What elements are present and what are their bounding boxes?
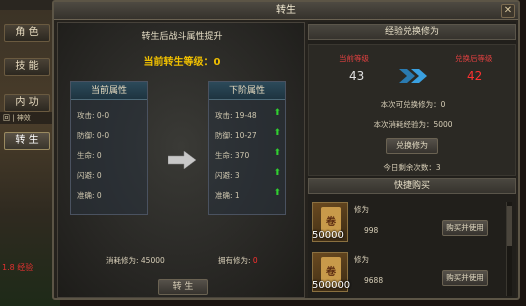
current-level-label: 当前等级 [339, 54, 369, 63]
shop-item: 卷 500000 修为 9688 购买并使用 [312, 252, 512, 300]
next-attributes-box: 下阶属性 攻击: 19-48 ⬆ 防御: 10-27 ⬆ 生命: 370 ⬆ 闪… [208, 81, 286, 215]
increase-arrow-icon: ⬆ [273, 188, 281, 198]
item-price: 9688 [364, 276, 384, 285]
current-rebirth-level: 当前转生等级：0 [143, 57, 221, 68]
owned-cultivation-label: 拥有修为: [218, 256, 251, 265]
shop-item: 卷 50000 修为 998 购买并使用 [312, 202, 512, 250]
menu-rebirth-button[interactable]: 转 生 [4, 132, 50, 150]
current-attributes-box: 当前属性 攻击: 0-0 防御: 0-0 生命: 0 闪避: 0 准确: 0 [70, 81, 148, 215]
after-level-label: 兑换后等级 [455, 54, 493, 63]
next-attr-row: 防御: 10-27 [215, 131, 257, 140]
current-attr-row: 准确: 0 [77, 191, 102, 200]
game-scene-background: 1.8 经验 [0, 0, 60, 306]
item-name: 修为 [354, 205, 369, 214]
after-level-value: 42 [467, 69, 483, 83]
side-status-label: 回 | 神效 [0, 112, 60, 124]
increase-arrow-icon: ⬆ [273, 128, 281, 138]
menu-skill-button[interactable]: 技 能 [4, 58, 50, 76]
current-attr-row: 生命: 0 [77, 151, 102, 160]
exp-cost-text: 本次消耗经验为：5000 [373, 120, 453, 129]
menu-character-button[interactable]: 角 色 [4, 24, 50, 42]
quick-buy-header: 快捷购买 [308, 178, 516, 194]
close-button[interactable]: ✕ [501, 4, 515, 18]
item-amount: 50000 [312, 230, 344, 241]
right-arrow-icon [168, 151, 196, 169]
exchangeable-amount-text: 本次可兑换修为：0 [380, 100, 446, 109]
current-attr-row: 防御: 0-0 [77, 131, 110, 140]
shop-scrollbar[interactable] [506, 202, 512, 296]
next-attributes-header: 下阶属性 [209, 82, 285, 100]
item-name: 修为 [354, 255, 369, 264]
scrollbar-thumb[interactable] [507, 206, 512, 246]
remaining-times-text: 今日剩余次数：3 [383, 163, 441, 172]
scene-exp-text: 1.8 经验 [2, 263, 34, 272]
attribute-panel-title: 转生后战斗属性提升 [141, 32, 223, 42]
current-attr-row: 闪避: 0 [77, 171, 102, 180]
scene-top-strip [0, 0, 60, 10]
rebirth-window: 转生 ✕ 转生后战斗属性提升 当前转生等级：0 当前属性 攻击: 0-0 防御:… [52, 0, 520, 300]
rebirth-attribute-panel: 转生后战斗属性提升 当前转生等级：0 当前属性 攻击: 0-0 防御: 0-0 … [57, 22, 305, 298]
owned-cultivation-value: 0 [252, 256, 258, 265]
current-attributes-header: 当前属性 [71, 82, 147, 100]
increase-arrow-icon: ⬆ [273, 148, 281, 158]
exchange-section: 当前等级 43 兑换后等级 42 本次可兑换修为：0 本次消耗经验为：5000 [308, 44, 516, 176]
increase-arrow-icon: ⬆ [273, 168, 281, 178]
item-price: 998 [364, 226, 379, 235]
next-attr-row: 准确: 1 [215, 191, 240, 200]
next-attr-row: 闪避: 3 [215, 171, 240, 180]
owned-cultivation: 拥有修为: 0 [218, 255, 258, 266]
window-title: 转生 [276, 5, 296, 16]
exchange-header: 经验兑换修为 [308, 24, 516, 40]
double-chevron-icon [399, 69, 427, 83]
next-attr-row: 生命: 370 [215, 151, 250, 160]
menu-neigong-button[interactable]: 内 功 [4, 94, 50, 112]
buy-and-use-button[interactable]: 购买并使用 [442, 270, 488, 286]
rebirth-button[interactable]: 转 生 [158, 279, 208, 295]
current-level-value: 43 [349, 69, 365, 83]
item-amount: 500000 [312, 280, 351, 291]
exchange-cultivation-button[interactable]: 兑换修为 [386, 138, 438, 154]
buy-and-use-button[interactable]: 购买并使用 [442, 220, 488, 236]
window-titlebar: 转生 ✕ [54, 2, 518, 20]
cost-cultivation-label: 消耗修为: 45000 [106, 256, 165, 265]
exchange-panel: 经验兑换修为 当前等级 43 兑换后等级 42 本次可兑换修为：0 本次消耗经验… [308, 22, 516, 298]
next-attr-row: 攻击: 19-48 [215, 111, 257, 120]
current-attr-row: 攻击: 0-0 [77, 111, 110, 120]
increase-arrow-icon: ⬆ [273, 108, 281, 118]
